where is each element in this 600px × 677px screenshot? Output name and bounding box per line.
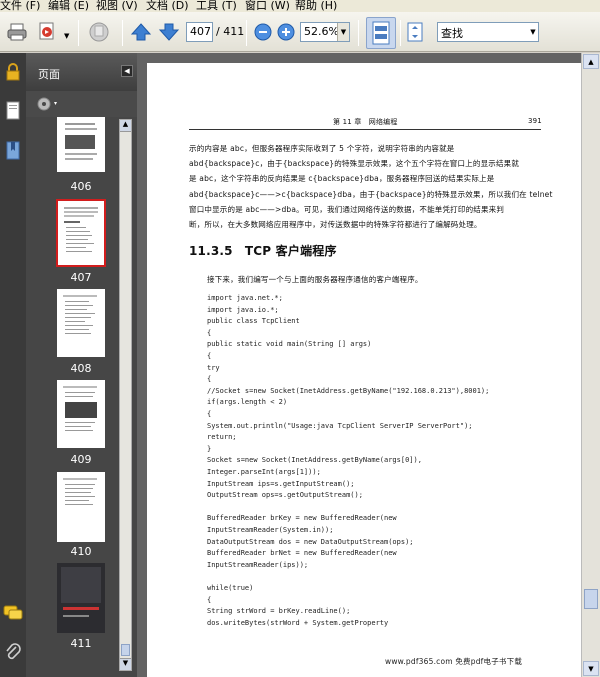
fit-page-icon[interactable] xyxy=(402,19,428,45)
paragraph-line: 是 abc，这个字符串的反向结果是 c{backspace}dba，服务器程序回… xyxy=(189,174,495,184)
pages-panel-icon[interactable] xyxy=(5,101,21,124)
thumbnail-label: 409 xyxy=(70,453,92,466)
single-page-view-button[interactable] xyxy=(366,17,396,49)
code-line: } xyxy=(207,444,212,453)
lock-icon[interactable] xyxy=(5,63,21,84)
code-line: import java.io.*; xyxy=(207,305,279,314)
thumbnail-list: 406 407 408 409 410 411 ▲ ▼ xyxy=(26,117,137,677)
code-line: { xyxy=(207,375,212,384)
code-line: String strWord = brKey.readLine(); xyxy=(207,607,351,616)
code-line: { xyxy=(207,595,212,604)
code-line: System.out.println("Usage:java TcpClient… xyxy=(207,421,473,430)
next-page-icon[interactable] xyxy=(156,19,182,45)
create-pdf-dropdown-icon[interactable]: ▼ xyxy=(64,32,69,40)
page-thumbnail[interactable] xyxy=(57,380,105,448)
page-thumbnail[interactable] xyxy=(57,472,105,542)
zoom-dropdown-icon[interactable]: ▼ xyxy=(337,23,349,41)
thumbnail-label: 406 xyxy=(70,180,92,193)
attachment-icon[interactable] xyxy=(4,643,22,668)
page-thumbnail[interactable] xyxy=(57,117,105,172)
code-line: InputStream ips=s.getInputStream(); xyxy=(207,479,355,488)
scroll-down-icon[interactable]: ▼ xyxy=(583,661,599,676)
thumbnail-label: 410 xyxy=(70,545,92,558)
scroll-thumb[interactable] xyxy=(584,589,598,609)
menu-item[interactable]: 工具 (T) xyxy=(196,0,237,12)
bookmarks-icon[interactable] xyxy=(5,141,21,164)
panel-title: 页面 xyxy=(38,68,60,81)
code-line: public static void main(String [] args) xyxy=(207,340,372,349)
header-rule xyxy=(189,129,541,130)
code-line: while(true) xyxy=(207,584,254,592)
page-total-label: / 411 xyxy=(216,25,245,38)
navigation-icon-rail xyxy=(0,53,26,677)
code-line: { xyxy=(207,410,212,418)
code-line: InputStreamReader(System.in)); xyxy=(207,526,334,534)
scroll-thumb[interactable] xyxy=(121,644,130,656)
print-icon[interactable] xyxy=(4,19,30,45)
code-line: { xyxy=(207,352,212,360)
code-line: import java.net.*; xyxy=(207,294,283,302)
document-scrollbar[interactable]: ▲ ▼ xyxy=(581,53,600,677)
gear-icon[interactable] xyxy=(36,96,60,115)
zoom-in-icon[interactable] xyxy=(273,19,299,45)
thumbnail-label: 411 xyxy=(70,637,92,650)
scroll-up-icon[interactable]: ▲ xyxy=(120,120,131,132)
running-header-page: 391 xyxy=(528,117,542,125)
menu-item[interactable]: 文档 (D) xyxy=(146,0,189,12)
watermark-text: www.pdf365.com 免费pdf电子书下载 xyxy=(385,657,523,666)
code-line: dos.writeBytes(strWord + System.getPrope… xyxy=(207,618,389,627)
thumbnail-label: 407 xyxy=(70,271,92,284)
page-thumbnail-selected[interactable] xyxy=(56,199,106,267)
menu-item[interactable]: 帮助 (H) xyxy=(295,0,337,12)
thumbnail-label: 408 xyxy=(70,362,92,375)
code-line: if(args.length < 2) xyxy=(207,398,288,407)
document-page: 第 11 章 网络编程 391 示的内容是 abc，但服务器程序实际收到了 5 … xyxy=(147,63,581,677)
code-line: BufferedReader brKey = new BufferedReade… xyxy=(207,514,397,523)
code-line: OutputStream ops=s.getOutputStream(); xyxy=(207,491,363,500)
page-number-input[interactable]: 407 xyxy=(186,22,213,42)
create-pdf-icon[interactable] xyxy=(36,19,62,45)
menu-item[interactable]: 视图 (V) xyxy=(96,0,138,12)
search-input[interactable]: 查找 xyxy=(437,22,539,42)
paragraph-line: abd{backspace}c——>c{backspace}dba，由于{bac… xyxy=(189,189,553,199)
code-line: InputStreamReader(ips)); xyxy=(207,560,309,569)
paragraph-line: 示的内容是 abc，但服务器程序实际收到了 5 个字符，说明字符串的内容就是 xyxy=(189,144,455,153)
previous-page-icon[interactable] xyxy=(128,19,154,45)
running-header-chapter: 第 11 章 网络编程 xyxy=(333,118,398,126)
code-line: DataOutputStream dos = new DataOutputStr… xyxy=(207,537,414,546)
document-view: 第 11 章 网络编程 391 示的内容是 abc，但服务器程序实际收到了 5 … xyxy=(137,53,600,677)
code-line: Integer.parseInt(args[1])); xyxy=(207,468,321,476)
code-line: try xyxy=(207,363,220,372)
code-line: return; xyxy=(207,433,237,442)
menu-item[interactable]: 编辑 (E) xyxy=(48,0,89,12)
code-line: { xyxy=(207,328,212,337)
scroll-up-icon[interactable]: ▲ xyxy=(583,54,599,69)
thumbnail-scrollbar[interactable]: ▲ ▼ xyxy=(119,119,132,671)
paragraph-line: 断，所以，在大多数网络应用程序中，对传送数据中的特殊字符都进行了编解码处理。 xyxy=(189,220,482,229)
paragraph-line: 窗口中显示的是 abc——>dba。可见，我们通过网络传送的数据，不能单凭打印的… xyxy=(189,204,505,214)
paragraph-line: abd{backspace}c，由于{backspace}的特殊显示效果，这个五… xyxy=(189,159,520,169)
panel-options-bar xyxy=(26,91,137,117)
collapse-panel-icon[interactable]: ◀ xyxy=(121,65,133,77)
section-intro: 接下来，我们编写一个与上面的服务器程序通信的客户端程序。 xyxy=(207,275,423,284)
menu-item[interactable]: 窗口 (W) xyxy=(245,0,290,12)
section-title: 11.3.5 TCP 客户端程序 xyxy=(189,244,337,258)
code-line: BufferedReader brNet = new BufferedReade… xyxy=(207,549,397,558)
comments-icon[interactable] xyxy=(3,605,23,624)
code-line: //Socket s=new Socket(InetAddress.getByN… xyxy=(207,386,490,395)
pages-panel-header: 页面 ◀ xyxy=(26,53,137,91)
scroll-down-icon[interactable]: ▼ xyxy=(120,658,131,670)
search-dropdown-icon[interactable]: ▼ xyxy=(527,23,539,41)
code-line: Socket s=new Socket(InetAddress.getByNam… xyxy=(207,456,422,465)
code-line: public class TcpClient xyxy=(207,317,300,326)
collaborate-icon[interactable] xyxy=(86,19,112,45)
menu-bar: 文件 (F) 编辑 (E) 视图 (V) 文档 (D) 工具 (T) 窗口 (W) 帮助 (… xyxy=(0,0,600,12)
page-thumbnail[interactable] xyxy=(57,289,105,357)
menu-item[interactable]: 文件 (F) xyxy=(0,0,40,12)
page-thumbnail[interactable] xyxy=(57,563,105,633)
